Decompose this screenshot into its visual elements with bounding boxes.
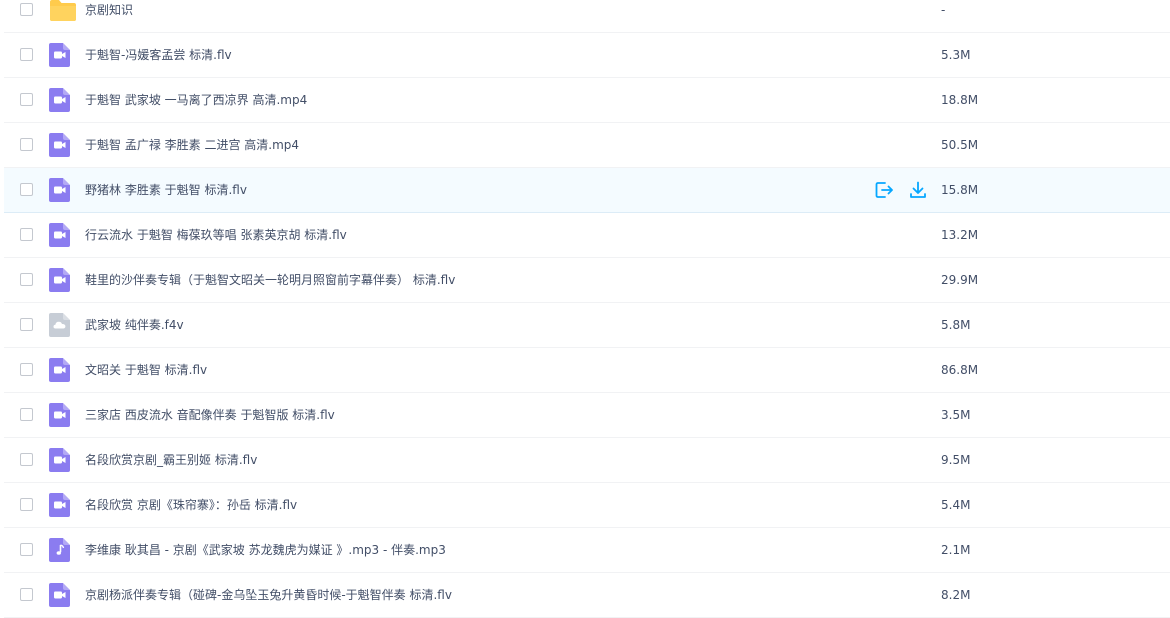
file-size: 3.5M [941, 408, 971, 422]
row-checkbox[interactable] [20, 318, 33, 331]
file-row[interactable]: 文昭关 于魁智 标清.flv 86.8M [4, 348, 1170, 393]
video-file-icon [49, 133, 70, 157]
file-name[interactable]: 行云流水 于魁智 梅葆玖等唱 张素英京胡 标清.flv [85, 213, 347, 257]
file-row[interactable]: 京剧知识 - [4, 0, 1170, 33]
file-name[interactable]: 于魁智-冯媛客孟尝 标清.flv [85, 33, 232, 77]
row-checkbox[interactable] [20, 48, 33, 61]
row-checkbox[interactable] [20, 498, 33, 511]
file-row[interactable]: 野猪林 李胜素 于魁智 标清.flv 15.8M [4, 168, 1170, 213]
file-row[interactable]: 京剧杨派伴奏专辑（碰碑-金乌坠玉兔升黄昏时候-于魁智伴奏 标清.flv 8.2M [4, 573, 1170, 618]
file-row[interactable]: 于魁智 武家坡 一马离了西凉界 高清.mp4 18.8M [4, 78, 1170, 123]
row-checkbox[interactable] [20, 183, 33, 196]
file-row[interactable]: 于魁智 孟广禄 李胜素 二进宫 高清.mp4 50.5M [4, 123, 1170, 168]
download-icon[interactable] [908, 180, 928, 200]
folder-icon [49, 0, 76, 22]
file-name[interactable]: 名段欣赏 京剧《珠帘寨》：孙岳 标清.flv [85, 483, 297, 527]
file-list: 京剧知识 - 于魁智-冯媛客孟尝 标清.flv 5.3M 于魁智 武家坡 一马离了西凉界… [4, 0, 1170, 618]
file-row[interactable]: 李维康 耿其昌 - 京剧《武家坡 苏龙魏虎为媒证 》.mp3 - 伴奏.mp3 2… [4, 528, 1170, 573]
file-row[interactable]: 名段欣赏京剧_霸王别姬 标清.flv 9.5M [4, 438, 1170, 483]
file-name[interactable]: 野猪林 李胜素 于魁智 标清.flv [85, 168, 247, 212]
row-checkbox[interactable] [20, 588, 33, 601]
file-row[interactable]: 名段欣赏 京剧《珠帘寨》：孙岳 标清.flv 5.4M [4, 483, 1170, 528]
file-name[interactable]: 鞋里的沙伴奏专辑（于魁智文昭关一轮明月照窗前字幕伴奏） 标清.flv [85, 258, 455, 302]
file-row[interactable]: 武家坡 纯伴奏.f4v 5.8M [4, 303, 1170, 348]
audio-file-icon [49, 538, 70, 562]
row-checkbox[interactable] [20, 363, 33, 376]
file-size: 5.8M [941, 318, 971, 332]
file-size: 18.8M [941, 93, 979, 107]
video-file-icon [49, 358, 70, 382]
file-name[interactable]: 李维康 耿其昌 - 京剧《武家坡 苏龙魏虎为媒证 》.mp3 - 伴奏.mp3 [85, 528, 446, 572]
file-name[interactable]: 三家店 西皮流水 音配像伴奏 于魁智版 标清.flv [85, 393, 335, 437]
row-checkbox[interactable] [20, 3, 33, 16]
file-size: 8.2M [941, 588, 971, 602]
cloud-file-icon [49, 313, 70, 337]
video-file-icon [49, 43, 70, 67]
video-file-icon [49, 493, 70, 517]
video-file-icon [49, 268, 70, 292]
file-size: - [941, 3, 946, 17]
row-actions [874, 180, 928, 200]
video-file-icon [49, 448, 70, 472]
file-name[interactable]: 于魁智 孟广禄 李胜素 二进宫 高清.mp4 [85, 123, 299, 167]
row-checkbox[interactable] [20, 453, 33, 466]
video-file-icon [49, 178, 70, 202]
file-size: 15.8M [941, 183, 979, 197]
file-size: 86.8M [941, 363, 979, 377]
file-size: 50.5M [941, 138, 979, 152]
file-name[interactable]: 名段欣赏京剧_霸王别姬 标清.flv [85, 438, 257, 482]
share-export-icon[interactable] [874, 180, 894, 200]
file-row[interactable]: 三家店 西皮流水 音配像伴奏 于魁智版 标清.flv 3.5M [4, 393, 1170, 438]
file-name[interactable]: 于魁智 武家坡 一马离了西凉界 高清.mp4 [85, 78, 307, 122]
file-name[interactable]: 京剧知识 [85, 0, 133, 32]
video-file-icon [49, 403, 70, 427]
file-row[interactable]: 于魁智-冯媛客孟尝 标清.flv 5.3M [4, 33, 1170, 78]
row-checkbox[interactable] [20, 543, 33, 556]
file-size: 5.4M [941, 498, 971, 512]
file-size: 9.5M [941, 453, 971, 467]
file-row[interactable]: 行云流水 于魁智 梅葆玖等唱 张素英京胡 标清.flv 13.2M [4, 213, 1170, 258]
video-file-icon [49, 583, 70, 607]
file-name[interactable]: 文昭关 于魁智 标清.flv [85, 348, 207, 392]
row-checkbox[interactable] [20, 228, 33, 241]
file-size: 29.9M [941, 273, 979, 287]
row-checkbox[interactable] [20, 93, 33, 106]
row-checkbox[interactable] [20, 273, 33, 286]
video-file-icon [49, 88, 70, 112]
row-checkbox[interactable] [20, 138, 33, 151]
file-row[interactable]: 鞋里的沙伴奏专辑（于魁智文昭关一轮明月照窗前字幕伴奏） 标清.flv 29.9M [4, 258, 1170, 303]
file-size: 2.1M [941, 543, 971, 557]
file-name[interactable]: 武家坡 纯伴奏.f4v [85, 303, 184, 347]
file-name[interactable]: 京剧杨派伴奏专辑（碰碑-金乌坠玉兔升黄昏时候-于魁智伴奏 标清.flv [85, 573, 452, 617]
file-size: 13.2M [941, 228, 979, 242]
row-checkbox[interactable] [20, 408, 33, 421]
file-size: 5.3M [941, 48, 971, 62]
video-file-icon [49, 223, 70, 247]
